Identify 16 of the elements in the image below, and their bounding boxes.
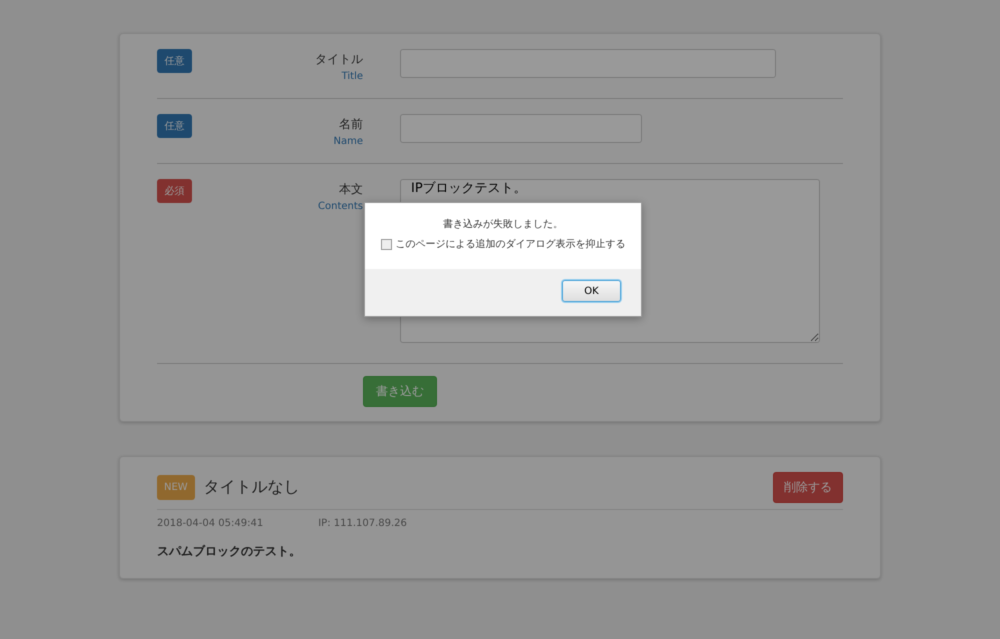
optional-badge: 任意 bbox=[157, 49, 192, 73]
field-label: 本文 bbox=[339, 181, 363, 198]
optional-badge: 任意 bbox=[157, 114, 192, 138]
post-body: スパムブロックのテスト。 bbox=[157, 543, 302, 560]
field-sublabel: Title bbox=[342, 71, 363, 82]
field-sublabel: Name bbox=[333, 136, 363, 147]
dialog-message: 書き込みが失敗しました。 bbox=[443, 218, 563, 231]
field-label: タイトル bbox=[315, 51, 363, 68]
field-sublabel: Contents bbox=[318, 201, 363, 212]
required-badge: 必須 bbox=[157, 179, 192, 203]
post-date: 2018-04-04 05:49:41 bbox=[157, 518, 264, 529]
post-ip: IP: 111.107.89.26 bbox=[318, 518, 407, 529]
checkbox-label: このページによる追加のダイアログ表示を抑止する bbox=[396, 238, 626, 251]
field-label: 名前 bbox=[339, 116, 363, 133]
post-title: タイトルなし bbox=[204, 477, 301, 498]
new-badge: NEW bbox=[157, 475, 195, 500]
